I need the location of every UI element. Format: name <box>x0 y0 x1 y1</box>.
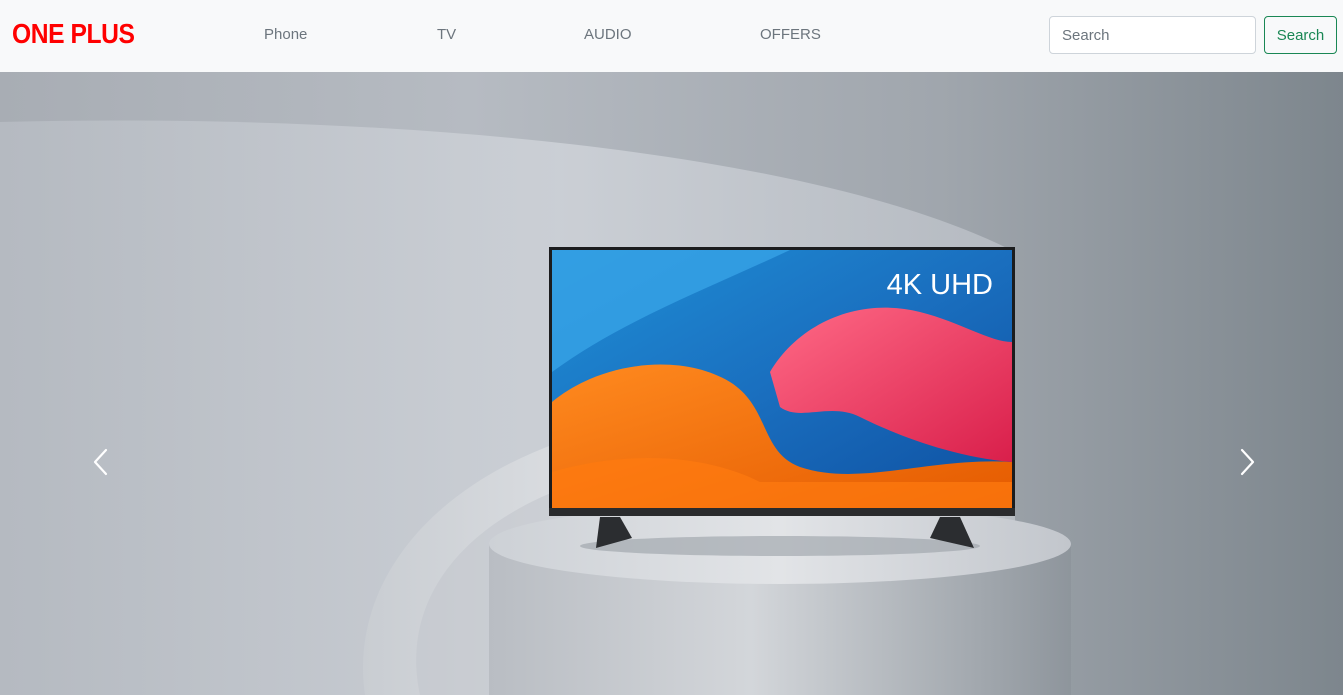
brand-logo[interactable]: ONE PLUS <box>12 17 135 51</box>
search-input[interactable] <box>1049 16 1256 54</box>
screen-label: 4K UHD <box>887 269 993 301</box>
chevron-left-icon[interactable] <box>86 444 116 480</box>
nav-link-offers[interactable]: OFFERS <box>760 26 821 44</box>
nav-link-phone[interactable]: Phone <box>264 26 307 44</box>
hero-carousel: 4K UHD <box>0 72 1343 695</box>
hero-image: 4K UHD <box>0 72 1343 695</box>
nav-link-tv[interactable]: TV <box>437 26 456 44</box>
search-button[interactable]: Search <box>1264 16 1337 54</box>
chevron-right-icon[interactable] <box>1232 444 1262 480</box>
navbar: ONE PLUS Phone TV AUDIO OFFERS Search <box>0 0 1343 72</box>
nav-link-audio[interactable]: AUDIO <box>584 26 632 44</box>
